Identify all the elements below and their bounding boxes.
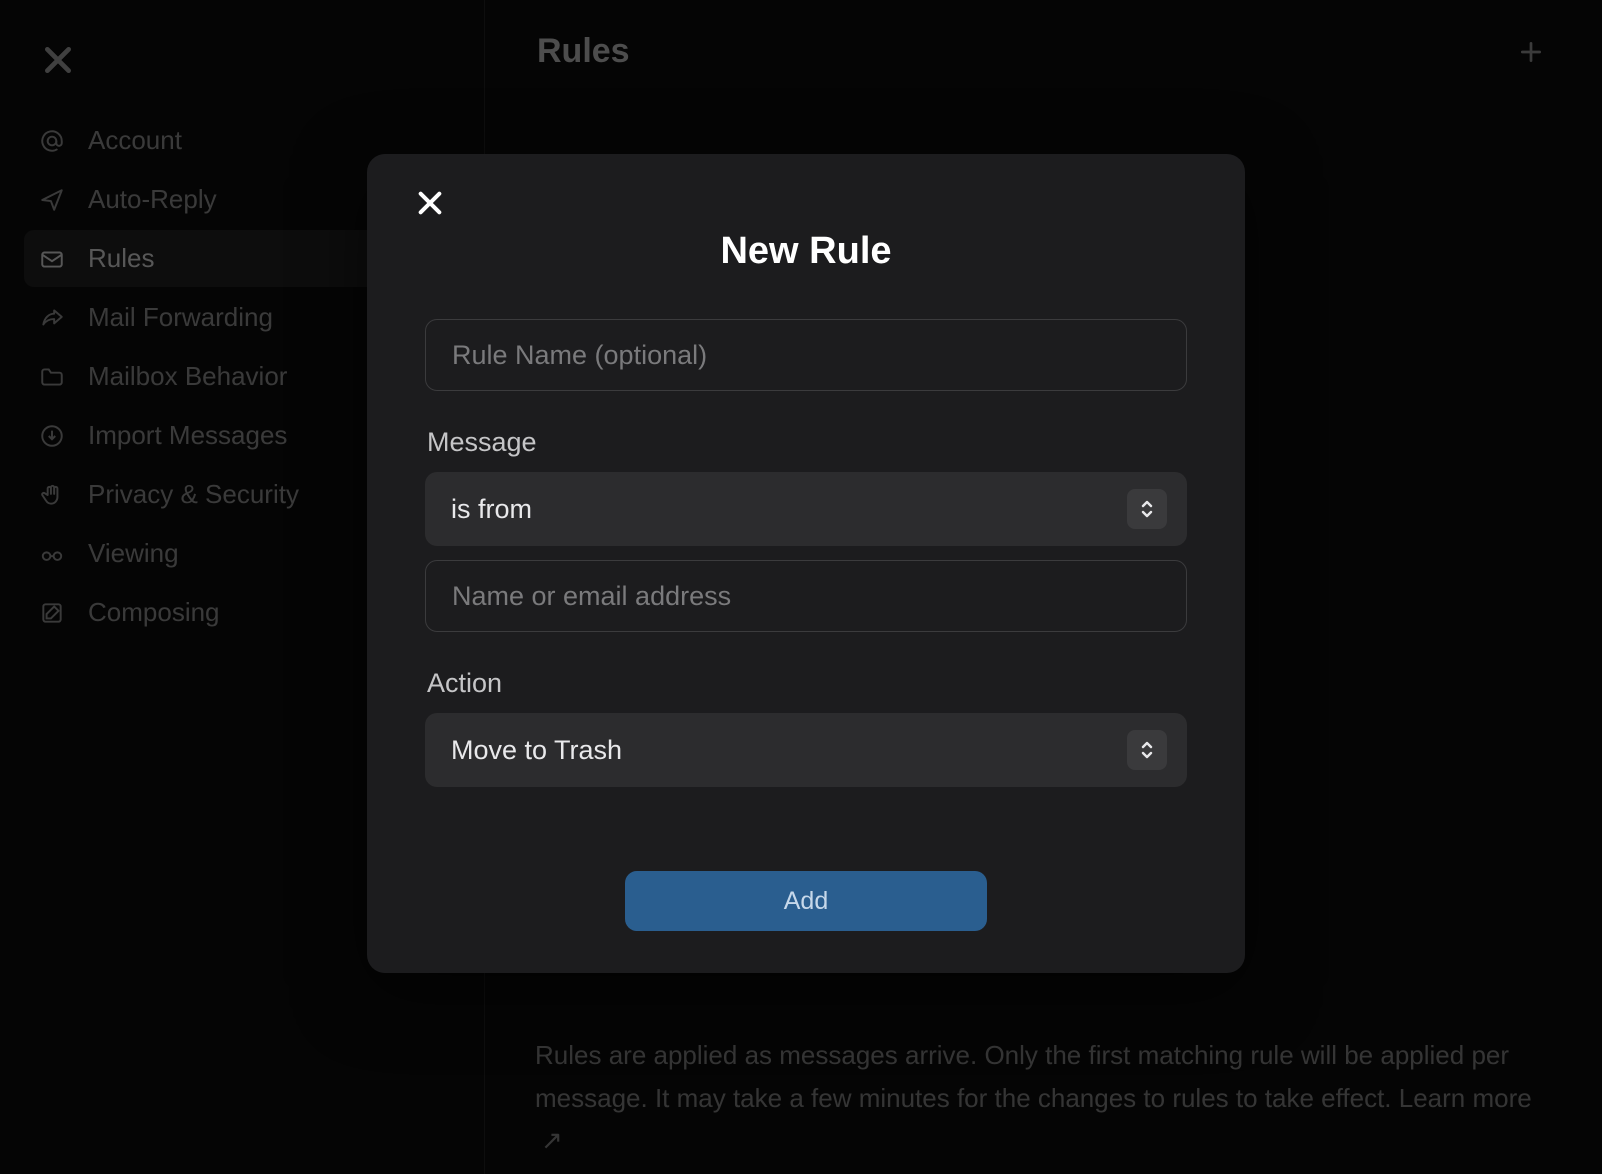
select-stepper-icon (1127, 489, 1167, 529)
add-rule-button[interactable]: Add (625, 871, 987, 931)
select-stepper-icon (1127, 730, 1167, 770)
action-select[interactable]: Move to Trash (425, 713, 1187, 787)
select-value: Move to Trash (451, 735, 622, 766)
new-rule-modal: New Rule Message is from Action Move to … (367, 154, 1245, 973)
select-value: is from (451, 494, 532, 525)
new-rule-form: Message is from Action Move to Trash Add (407, 319, 1205, 931)
condition-value-input[interactable] (425, 560, 1187, 632)
modal-title: New Rule (407, 230, 1205, 273)
message-section-label: Message (427, 427, 1187, 458)
close-icon (416, 189, 444, 217)
close-modal-button[interactable] (411, 184, 449, 222)
condition-type-select[interactable]: is from (425, 472, 1187, 546)
action-section-label: Action (427, 668, 1187, 699)
rule-name-input[interactable] (425, 319, 1187, 391)
